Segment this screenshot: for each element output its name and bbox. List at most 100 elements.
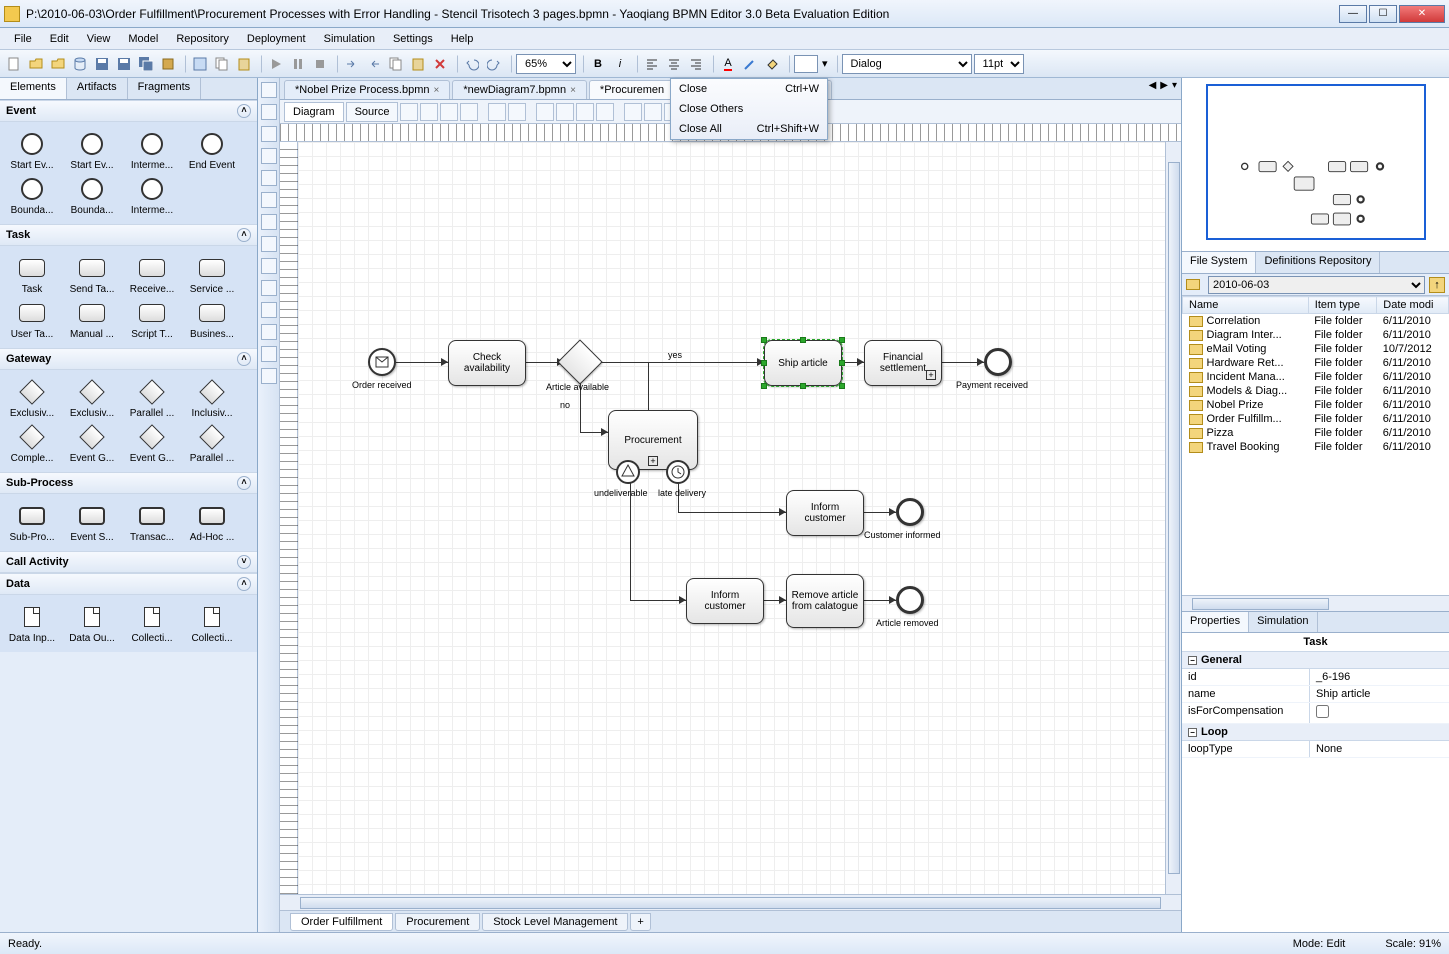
- file-row[interactable]: Nobel PrizeFile folder6/11/2010: [1183, 398, 1449, 412]
- palette-item[interactable]: Data Ou...: [64, 603, 120, 644]
- file-row[interactable]: Travel BookingFile folder6/11/2010: [1183, 440, 1449, 454]
- vtool-icon[interactable]: [261, 258, 277, 274]
- palette-item[interactable]: Sub-Pro...: [4, 502, 60, 543]
- vtool-icon[interactable]: [261, 346, 277, 362]
- open-db-icon[interactable]: [70, 54, 90, 74]
- move-icon[interactable]: [460, 103, 478, 121]
- file-row[interactable]: Diagram Inter...File folder6/11/2010: [1183, 328, 1449, 342]
- exclusive-gateway[interactable]: [564, 346, 596, 378]
- vtool-icon[interactable]: [261, 104, 277, 120]
- palette-item[interactable]: Event G...: [64, 423, 120, 464]
- pointer-icon[interactable]: [420, 103, 438, 121]
- zoom-in-icon[interactable]: [536, 103, 554, 121]
- selection-handle[interactable]: [839, 360, 845, 366]
- font-family-select[interactable]: Dialog: [842, 54, 972, 74]
- chevron-up-icon[interactable]: ˄: [237, 577, 251, 591]
- palette-item[interactable]: Send Ta...: [64, 254, 120, 295]
- menu-view[interactable]: View: [79, 31, 119, 47]
- tab-fragments[interactable]: Fragments: [128, 78, 202, 99]
- snap-icon[interactable]: [508, 103, 526, 121]
- sequence-flow[interactable]: [648, 362, 649, 410]
- zoom-select[interactable]: 65%: [516, 54, 576, 74]
- vtool-icon[interactable]: [261, 192, 277, 208]
- chevron-up-icon[interactable]: ˄: [237, 104, 251, 118]
- sequence-flow[interactable]: [630, 600, 686, 601]
- doc-tab[interactable]: *Procuremen: [589, 80, 675, 99]
- close-icon[interactable]: ×: [570, 85, 576, 96]
- palette-item[interactable]: Comple...: [4, 423, 60, 464]
- palette-item[interactable]: Task: [4, 254, 60, 295]
- menu-deployment[interactable]: Deployment: [239, 31, 314, 47]
- save-all-icon[interactable]: [136, 54, 156, 74]
- property-row[interactable]: loopTypeNone: [1182, 741, 1449, 758]
- overview-panel[interactable]: [1182, 78, 1449, 252]
- vtool-icon[interactable]: [261, 214, 277, 230]
- vtool-icon[interactable]: [261, 236, 277, 252]
- chevron-down-icon[interactable]: ˅: [237, 555, 251, 569]
- vtool-icon[interactable]: [261, 280, 277, 296]
- redo-icon[interactable]: [484, 54, 504, 74]
- palette-item[interactable]: Collecti...: [184, 603, 240, 644]
- bottom-tab[interactable]: Order Fulfillment: [290, 913, 393, 931]
- selection-handle[interactable]: [839, 383, 845, 389]
- subtab-source[interactable]: Source: [346, 102, 399, 122]
- line-color-icon[interactable]: [740, 54, 760, 74]
- vtool-icon[interactable]: [261, 170, 277, 186]
- align-left-icon[interactable]: [642, 54, 662, 74]
- col-name[interactable]: Name: [1183, 297, 1309, 314]
- palette-item[interactable]: Event S...: [64, 502, 120, 543]
- palette-header-event[interactable]: Event˄: [0, 100, 257, 122]
- selection-handle[interactable]: [761, 383, 767, 389]
- new-icon[interactable]: [4, 54, 24, 74]
- zoom-out-icon[interactable]: [556, 103, 574, 121]
- tab-artifacts[interactable]: Artifacts: [67, 78, 128, 99]
- palette-item[interactable]: End Event: [184, 130, 240, 171]
- tab-simulation[interactable]: Simulation: [1249, 612, 1317, 632]
- tab-list-icon[interactable]: ▾: [1172, 80, 1177, 91]
- align-right-icon[interactable]: [686, 54, 706, 74]
- property-group[interactable]: −Loop: [1182, 724, 1449, 741]
- palette-item[interactable]: Data Inp...: [4, 603, 60, 644]
- minimize-button[interactable]: —: [1339, 5, 1367, 23]
- file-row[interactable]: Incident Mana...File folder6/11/2010: [1183, 370, 1449, 384]
- menu-help[interactable]: Help: [443, 31, 482, 47]
- file-row[interactable]: eMail VotingFile folder10/7/2012: [1183, 342, 1449, 356]
- palette-item[interactable]: Interme...: [124, 175, 180, 216]
- bottom-tab[interactable]: Stock Level Management: [482, 913, 628, 931]
- property-row[interactable]: id_6-196: [1182, 669, 1449, 686]
- chevron-up-icon[interactable]: ˄: [237, 228, 251, 242]
- palette-header-subprocess[interactable]: Sub-Process˄: [0, 472, 257, 494]
- task-inform-customer[interactable]: Inform customer: [786, 490, 864, 536]
- col-date[interactable]: Date modi: [1377, 297, 1449, 314]
- tab-definitions-repository[interactable]: Definitions Repository: [1256, 252, 1380, 273]
- checkbox[interactable]: [1316, 705, 1329, 718]
- step-out-icon[interactable]: [364, 54, 384, 74]
- task-check-availability[interactable]: Check availability: [448, 340, 526, 386]
- palette-item[interactable]: Busines...: [184, 299, 240, 340]
- palette-header-task[interactable]: Task˄: [0, 224, 257, 246]
- sequence-flow[interactable]: [596, 362, 764, 363]
- add-tab-button[interactable]: +: [630, 913, 650, 931]
- tab-prev-icon[interactable]: ◀: [1149, 80, 1157, 91]
- end-event[interactable]: [896, 586, 924, 614]
- palette-item[interactable]: Bounda...: [4, 175, 60, 216]
- selection-handle[interactable]: [761, 337, 767, 343]
- vtool-icon[interactable]: [261, 324, 277, 340]
- boundary-event[interactable]: [616, 460, 640, 484]
- align-center-icon[interactable]: [664, 54, 684, 74]
- property-row[interactable]: isForCompensation: [1182, 703, 1449, 724]
- step-in-icon[interactable]: [342, 54, 362, 74]
- palette-item[interactable]: Ad-Hoc ...: [184, 502, 240, 543]
- horizontal-scrollbar[interactable]: [280, 894, 1181, 910]
- palette-item[interactable]: Start Ev...: [64, 130, 120, 171]
- cut-icon[interactable]: [190, 54, 210, 74]
- stop-icon[interactable]: [310, 54, 330, 74]
- palette-item[interactable]: Receive...: [124, 254, 180, 295]
- palette-header-gateway[interactable]: Gateway˄: [0, 348, 257, 370]
- task-inform-customer[interactable]: Inform customer: [686, 578, 764, 624]
- open-icon[interactable]: [26, 54, 46, 74]
- task-ship-article[interactable]: Ship article: [764, 340, 842, 386]
- file-list-scrollbar[interactable]: [1182, 595, 1449, 611]
- subtab-diagram[interactable]: Diagram: [284, 102, 344, 122]
- vtool-icon[interactable]: [261, 368, 277, 384]
